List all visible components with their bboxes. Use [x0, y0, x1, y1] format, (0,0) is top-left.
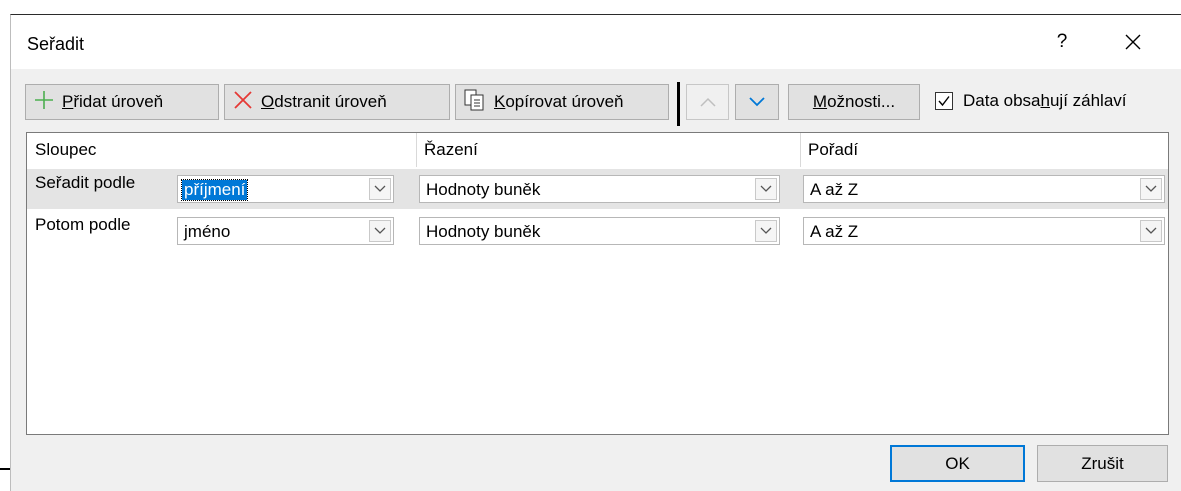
checkmark-icon [938, 96, 950, 107]
order-select-value: A až Z [810, 222, 859, 241]
sort-dialog: Seřadit ? Přidat úroveň Odstranit úroveň… [10, 14, 1181, 491]
sort-on-select-value: Hodnoty buněk [426, 180, 541, 199]
dropdown-button[interactable] [369, 220, 391, 242]
sort-on-select-value: Hodnoty buněk [426, 222, 541, 241]
add-level-label: Přidat úroveň [62, 92, 164, 111]
close-icon [1125, 34, 1141, 50]
column-header-sort-on: Řazení [424, 140, 478, 159]
sort-levels-grid: Sloupec Řazení Pořadí Seřadit podle příj… [26, 132, 1169, 435]
move-up-button[interactable] [686, 84, 729, 120]
chevron-down-icon [374, 227, 386, 234]
sort-level-row[interactable]: Seřadit podle příjmení Hodnoty buněk A a… [27, 169, 1168, 209]
plus-icon [34, 90, 54, 115]
row-label: Potom podle [35, 215, 131, 234]
chevron-down-icon [1145, 227, 1157, 234]
column-header-order: Pořadí [808, 140, 859, 159]
add-level-button[interactable]: Přidat úroveň [25, 84, 219, 120]
arrow-up-icon [699, 97, 716, 107]
options-label: Možnosti... [812, 92, 896, 111]
dialog-title: Seřadit [27, 34, 85, 54]
dropdown-button[interactable] [1140, 220, 1162, 242]
ok-button[interactable]: OK [890, 445, 1025, 482]
close-button[interactable] [1112, 26, 1154, 58]
chevron-down-icon [760, 185, 772, 192]
cancel-label: Zrušit [1081, 453, 1124, 473]
title-bar: Seřadit ? [11, 15, 1181, 69]
order-select[interactable]: A až Z [803, 217, 1165, 245]
column-select-value: příjmení [180, 179, 249, 201]
column-select[interactable]: příjmení [177, 175, 394, 203]
column-select[interactable]: jméno [177, 217, 394, 245]
x-icon [233, 90, 253, 115]
move-down-button[interactable] [735, 84, 779, 120]
chevron-down-icon [1145, 185, 1157, 192]
delete-level-label: Odstranit úroveň [261, 92, 387, 111]
header-checkbox-control[interactable]: Data obsahují záhlaví [935, 91, 1127, 111]
chevron-down-icon [760, 227, 772, 234]
sort-on-select[interactable]: Hodnoty buněk [419, 217, 780, 245]
delete-level-button[interactable]: Odstranit úroveň [224, 84, 450, 120]
help-button[interactable]: ? [1050, 31, 1074, 55]
header-checkbox-label: Data obsahují záhlaví [963, 91, 1127, 110]
toolbar-separator [677, 82, 680, 126]
cancel-button[interactable]: Zrušit [1037, 445, 1168, 482]
row-label: Seřadit podle [35, 173, 136, 192]
sort-on-select[interactable]: Hodnoty buněk [419, 175, 780, 203]
copy-icon [464, 89, 486, 116]
column-header-column: Sloupec [35, 140, 97, 159]
options-button[interactable]: Možnosti... [788, 84, 920, 120]
ok-label: OK [945, 453, 970, 473]
copy-level-label: Kopírovat úroveň [494, 92, 624, 111]
copy-level-button[interactable]: Kopírovat úroveň [455, 84, 669, 120]
sort-level-row[interactable]: Potom podle jméno Hodnoty buněk A až Z [27, 211, 1168, 251]
column-select-value: jméno [184, 222, 231, 241]
order-select[interactable]: A až Z [803, 175, 1165, 203]
dropdown-button[interactable] [755, 220, 777, 242]
dropdown-button[interactable] [369, 178, 391, 200]
order-select-value: A až Z [810, 180, 859, 199]
dropdown-button[interactable] [755, 178, 777, 200]
dropdown-button[interactable] [1140, 178, 1162, 200]
header-checkbox[interactable] [935, 92, 953, 110]
background-line [0, 468, 10, 470]
chevron-down-icon [374, 185, 386, 192]
arrow-down-icon [749, 97, 765, 107]
